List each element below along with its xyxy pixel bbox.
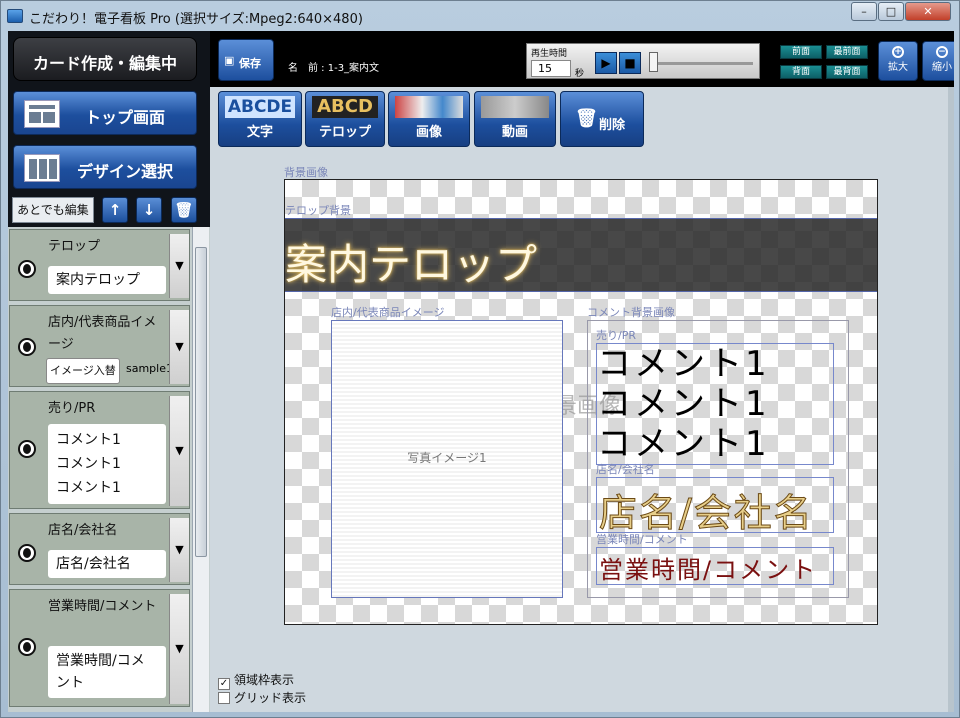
zoom-in-icon: + [892, 46, 904, 58]
element-list: テロップ 案内テロップ ▼ 店内/代表商品イメージ イメージ入替 sample1… [8, 227, 210, 712]
telop-tool-button[interactable]: ABCD テロップ [305, 91, 385, 147]
shop-value[interactable]: 店名/会社名 [48, 550, 166, 578]
eye-icon[interactable] [18, 544, 36, 562]
save-button[interactable]: ▣ 保存 [218, 39, 274, 81]
comment-line: コメント1 [597, 344, 770, 384]
text-tool-button[interactable]: ABCDE 文字 [218, 91, 302, 147]
video-thumb [481, 96, 549, 118]
pr-label: 売り/PR [596, 329, 636, 342]
client-area: カード作成・編集中 トップ画面 デザイン選択 あとでも編集 ↑ ↓ 🗑 テロップ… [8, 31, 954, 712]
trash-icon: 🗑 [174, 201, 194, 219]
photo-label: 店内/代表商品イメージ [331, 306, 445, 319]
save-disk-icon: ▣ [224, 54, 235, 67]
hours-value[interactable]: 営業時間/コメント [48, 646, 166, 698]
eye-icon[interactable] [18, 260, 36, 278]
hours-text: 営業時間/コメント [599, 556, 818, 584]
pr-value[interactable]: コメント1 コメント1 コメント1 [48, 424, 166, 504]
dropdown-arrow-icon[interactable]: ▼ [169, 310, 189, 384]
list-item-shop[interactable]: 店名/会社名 店名/会社名 ▼ [9, 513, 190, 585]
edit-later-tab[interactable]: あとでも編集 [12, 197, 94, 223]
list-item-pr[interactable]: 売り/PR コメント1 コメント1 コメント1 ▼ [9, 391, 190, 509]
zoom-out-button[interactable]: − 縮小 [922, 41, 954, 81]
telop-band[interactable]: 案内テロップ [285, 218, 877, 292]
back-button[interactable]: 背面 [780, 65, 822, 79]
zoom-in-button[interactable]: + 拡大 [878, 41, 918, 81]
window-title: こだわり！電子看板 Pro (選択サイズ:Mpeg2:640×480) [29, 12, 363, 27]
telop-bg-label: テロップ背景 [285, 204, 351, 217]
trash-button[interactable]: 🗑 [171, 197, 197, 223]
eye-icon[interactable] [18, 338, 36, 356]
seek-slider-handle[interactable] [649, 52, 658, 72]
list-scrollbar[interactable] [192, 227, 209, 712]
trash-icon: 🗑 [575, 108, 598, 129]
pr-box[interactable]: コメント1 コメント1 コメント1 [596, 343, 834, 465]
shop-text: 店名/会社名 [599, 491, 814, 536]
video-tool-button[interactable]: 動画 [474, 91, 556, 147]
list-item-telop[interactable]: テロップ 案内テロップ ▼ [9, 229, 190, 301]
comment-pane[interactable]: 売り/PR コメント1 コメント1 コメント1 店名/会社名 店名/会社名 営業… [587, 320, 849, 598]
telop-thumb: ABCD [312, 96, 378, 118]
backmost-button[interactable]: 最背面 [826, 65, 868, 79]
image-replace-button[interactable]: イメージ入替 [46, 358, 120, 384]
frame-display-option[interactable]: ✓ 領域枠表示 [218, 671, 294, 690]
dropdown-arrow-icon[interactable]: ▼ [169, 594, 189, 704]
top-bar: ▣ 保存 名 前 : 1-3_案内文 再生時間 15 秒 ▶ ■ 前面 最前面 … [210, 31, 954, 87]
frontmost-button[interactable]: 最前面 [826, 45, 868, 59]
list-item-image[interactable]: 店内/代表商品イメージ イメージ入替 sample1 ▼ [9, 305, 190, 387]
image-thumb [395, 96, 463, 118]
file-name: 名 前 : 1-3_案内文 [288, 63, 380, 74]
close-button[interactable]: ✕ [905, 2, 951, 21]
move-down-button[interactable]: ↓ [136, 197, 162, 223]
hours-box[interactable]: 営業時間/コメント [596, 547, 834, 585]
grid-display-checkbox[interactable] [218, 692, 230, 704]
play-button[interactable]: ▶ [595, 52, 617, 74]
card-edit-button[interactable]: カード作成・編集中 [13, 37, 197, 81]
move-up-button[interactable]: ↑ [102, 197, 128, 223]
image-tool-button[interactable]: 画像 [388, 91, 470, 147]
top-screen-button[interactable]: トップ画面 [13, 91, 197, 135]
app-window: こだわり！電子看板 Pro (選択サイズ:Mpeg2:640×480) – □ … [0, 0, 960, 718]
bg-image-label: 背景画像 [284, 166, 328, 179]
grid-display-option[interactable]: グリッド表示 [218, 689, 306, 706]
zoom-out-icon: − [936, 46, 948, 58]
delete-button[interactable]: 🗑 削除 [560, 91, 644, 147]
image-filename: sample1 [126, 362, 172, 375]
text-thumb: ABCDE [225, 96, 295, 118]
stop-button[interactable]: ■ [619, 52, 641, 74]
comment-line: コメント1 [597, 384, 770, 424]
duration-input[interactable]: 15 [531, 60, 571, 77]
scroll-thumb[interactable] [195, 247, 207, 557]
app-icon [7, 9, 23, 23]
list-item-hours[interactable]: 営業時間/コメント 営業時間/コメント ▼ [9, 589, 190, 707]
eye-icon[interactable] [18, 638, 36, 656]
maximize-button[interactable]: □ [878, 2, 904, 21]
hours-label: 営業時間/コメント [596, 533, 688, 546]
edit-canvas[interactable]: テロップ背景 案内テロップ 景画像 店内/代表商品イメージ 写真イメージ1 コメ… [284, 179, 878, 625]
shop-label: 店名/会社名 [596, 463, 655, 476]
dropdown-arrow-icon[interactable]: ▼ [169, 234, 189, 298]
comment-bg-label: コメント背景画像 [587, 306, 675, 319]
dropdown-arrow-icon[interactable]: ▼ [169, 518, 189, 582]
eye-icon[interactable] [18, 440, 36, 458]
seek-track[interactable] [651, 62, 753, 65]
left-panel: カード作成・編集中 トップ画面 デザイン選択 あとでも編集 ↑ ↓ 🗑 テロップ… [8, 31, 210, 712]
photo-area[interactable]: 写真イメージ1 [331, 320, 563, 598]
minimize-button[interactable]: – [851, 2, 877, 21]
dropdown-arrow-icon[interactable]: ▼ [169, 396, 189, 506]
telop-value[interactable]: 案内テロップ [48, 266, 166, 294]
shop-box[interactable]: 店名/会社名 [596, 477, 834, 536]
telop-text[interactable]: 案内テロップ [285, 231, 537, 292]
title-bar: こだわり！電子看板 Pro (選択サイズ:Mpeg2:640×480) – □ … [1, 1, 959, 31]
right-scrollbar[interactable] [948, 87, 954, 712]
front-button[interactable]: 前面 [780, 45, 822, 59]
playback-panel: 再生時間 15 秒 ▶ ■ [526, 43, 760, 79]
design-select-button[interactable]: デザイン選択 [13, 145, 197, 189]
comment-line: コメント1 [597, 424, 770, 464]
